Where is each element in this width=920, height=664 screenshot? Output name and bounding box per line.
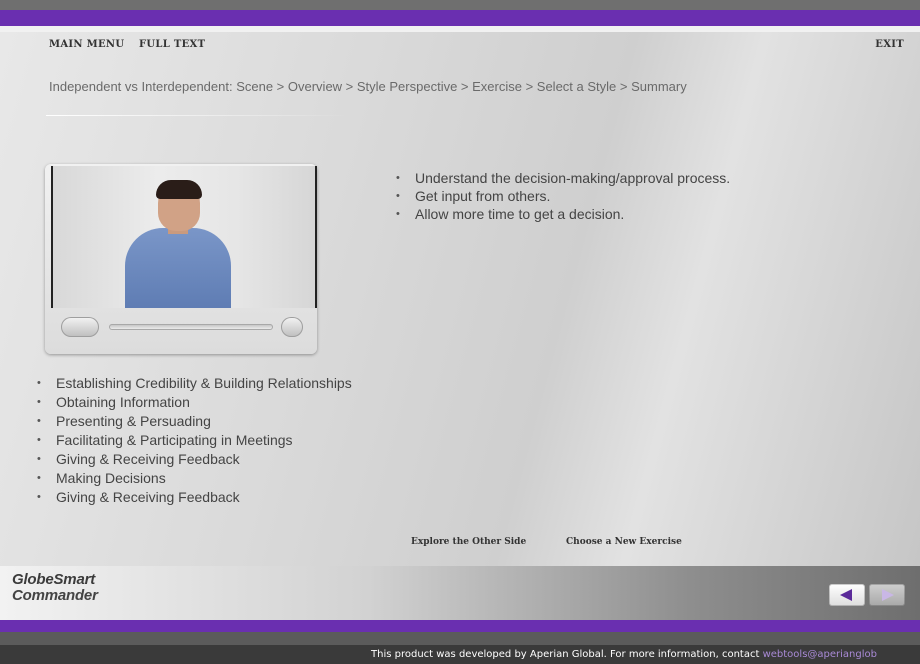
footer-bar: GlobeSmart Commander	[0, 566, 920, 620]
globesmart-logo: GlobeSmart Commander	[12, 572, 98, 604]
credit-message: This product was developed by Aperian Gl…	[371, 649, 763, 660]
topic-item[interactable]: Giving & Receiving Feedback	[37, 450, 367, 469]
presenter-shirt	[125, 228, 231, 308]
advice-item: Get input from others.	[396, 187, 730, 205]
topic-item[interactable]: Making Decisions	[37, 469, 367, 488]
contact-email-link[interactable]: webtools@aperianglob	[763, 649, 877, 660]
topic-item[interactable]: Giving & Receiving Feedback	[37, 488, 367, 507]
progress-track[interactable]	[109, 324, 273, 330]
video-frame[interactable]	[51, 166, 317, 308]
exit-link[interactable]: EXIT	[875, 39, 904, 50]
presenter-hair	[156, 180, 202, 199]
breadcrumb: Independent vs Interdependent: Scene > O…	[49, 79, 687, 94]
back-button[interactable]	[829, 584, 865, 606]
topic-item[interactable]: Establishing Credibility & Building Rela…	[37, 374, 367, 393]
top-edge	[0, 0, 920, 10]
topic-item[interactable]: Obtaining Information	[37, 393, 367, 412]
next-button[interactable]	[869, 584, 905, 606]
bottom-accent-bar	[0, 620, 920, 632]
advice-list: Understand the decision-making/approval …	[396, 169, 730, 223]
main-content: MAIN MENU FULL TEXT EXIT Independent vs …	[0, 32, 920, 566]
topic-item[interactable]: Presenting & Persuading	[37, 412, 367, 431]
choose-new-exercise-link[interactable]: Choose a New Exercise	[566, 537, 682, 547]
full-text-link[interactable]: FULL TEXT	[139, 39, 205, 50]
arrow-right-icon	[882, 589, 894, 601]
volume-button[interactable]	[281, 317, 303, 337]
advice-item: Allow more time to get a decision.	[396, 205, 730, 223]
advice-item: Understand the decision-making/approval …	[396, 169, 730, 187]
logo-line-1: GlobeSmart	[12, 571, 96, 588]
top-accent-bar	[0, 10, 920, 26]
topic-list: Establishing Credibility & Building Rela…	[37, 374, 367, 507]
divider	[46, 115, 346, 116]
topic-item[interactable]: Facilitating & Participating in Meetings	[37, 431, 367, 450]
credit-text: This product was developed by Aperian Gl…	[371, 649, 877, 660]
video-player	[45, 164, 317, 354]
main-menu-link[interactable]: MAIN MENU	[49, 39, 124, 50]
video-controls	[61, 316, 303, 338]
play-button[interactable]	[61, 317, 99, 337]
arrow-left-icon	[840, 589, 852, 601]
bottom-separator	[0, 632, 920, 645]
explore-other-side-link[interactable]: Explore the Other Side	[411, 537, 526, 547]
credit-bar: This product was developed by Aperian Gl…	[0, 645, 920, 664]
logo-line-2: Commander	[12, 587, 98, 604]
